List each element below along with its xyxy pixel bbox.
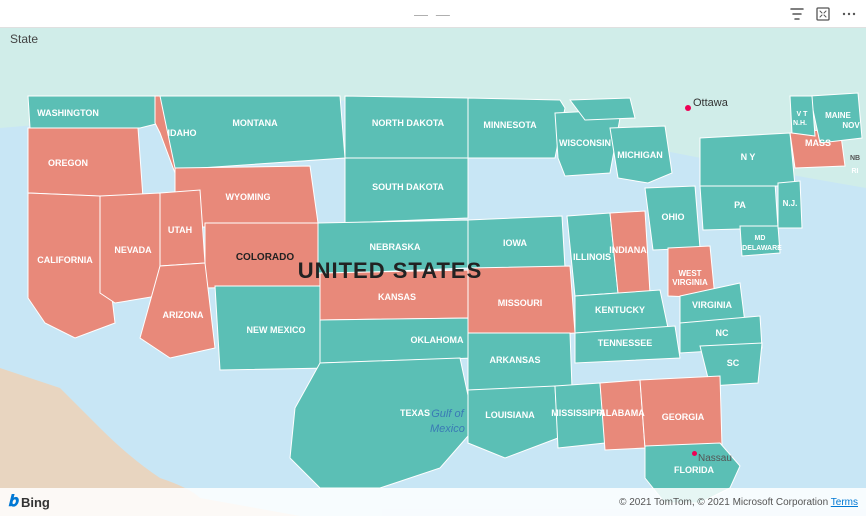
svg-text:MONTANA: MONTANA <box>232 118 278 128</box>
svg-text:FLORIDA: FLORIDA <box>674 465 714 475</box>
svg-text:LOUISIANA: LOUISIANA <box>485 410 535 420</box>
svg-text:NEBRASKA: NEBRASKA <box>369 242 421 252</box>
svg-text:MINNESOTA: MINNESOTA <box>483 120 537 130</box>
svg-text:WISCONSIN: WISCONSIN <box>559 138 611 148</box>
svg-text:SC: SC <box>727 358 740 368</box>
filter-icon[interactable] <box>788 5 806 23</box>
svg-text:RI: RI <box>852 168 859 175</box>
svg-text:TENNESSEE: TENNESSEE <box>598 338 653 348</box>
svg-text:MASS: MASS <box>805 138 831 148</box>
state-field-label: State <box>10 32 38 46</box>
svg-text:SOUTH DAKOTA: SOUTH DAKOTA <box>372 182 444 192</box>
svg-text:WASHINGTON: WASHINGTON <box>37 108 99 118</box>
svg-text:V T: V T <box>797 111 809 118</box>
toolbar: — — <box>0 0 866 28</box>
svg-text:VIRGINIA: VIRGINIA <box>672 278 708 287</box>
bing-logo: 𝐛 Bing <box>8 493 50 511</box>
copyright-text: © 2021 TomTom, © 2021 Microsoft Corporat… <box>619 497 858 508</box>
bing-text: Bing <box>21 495 50 510</box>
svg-text:NC: NC <box>716 328 729 338</box>
svg-text:PA: PA <box>734 200 746 210</box>
svg-text:N.H.: N.H. <box>793 120 807 127</box>
toolbar-icons <box>788 5 858 23</box>
svg-text:ARKANSAS: ARKANSAS <box>489 355 540 365</box>
svg-text:UTAH: UTAH <box>168 225 192 235</box>
svg-text:DELAWARE: DELAWARE <box>742 245 782 252</box>
nassau-label: Nassau <box>698 453 732 464</box>
svg-text:MISSISSIPPI: MISSISSIPPI <box>551 408 605 418</box>
copyright-label: © 2021 TomTom, © 2021 Microsoft Corporat… <box>619 497 828 508</box>
svg-text:TEXAS: TEXAS <box>400 408 430 418</box>
terms-link[interactable]: Terms <box>831 497 858 508</box>
ottawa-label: Ottawa <box>693 97 728 109</box>
svg-text:OKLAHOMA: OKLAHOMA <box>411 335 464 345</box>
svg-text:NOV: NOV <box>842 121 860 130</box>
drag-handle[interactable]: — — <box>414 6 452 22</box>
svg-text:NORTH DAKOTA: NORTH DAKOTA <box>372 118 445 128</box>
svg-text:VIRGINIA: VIRGINIA <box>692 300 733 310</box>
svg-text:WEST: WEST <box>678 269 701 278</box>
svg-text:UNITED STATES: UNITED STATES <box>298 258 483 283</box>
svg-text:N.J.: N.J. <box>783 199 798 208</box>
svg-text:INDIANA: INDIANA <box>609 245 647 255</box>
svg-text:KENTUCKY: KENTUCKY <box>595 305 645 315</box>
svg-text:COLORADO: COLORADO <box>236 252 295 263</box>
map-container: — — State <box>0 0 866 516</box>
svg-text:GEORGIA: GEORGIA <box>662 412 705 422</box>
svg-text:MAINE: MAINE <box>825 111 851 120</box>
svg-text:NB: NB <box>850 155 860 162</box>
svg-text:MD: MD <box>755 235 766 242</box>
gulf-label: Gulf ofMexico <box>430 407 465 436</box>
bottom-bar: 𝐛 Bing © 2021 TomTom, © 2021 Microsoft C… <box>0 488 866 516</box>
ottawa-dot <box>685 105 691 111</box>
svg-text:ALABAMA: ALABAMA <box>599 408 645 418</box>
map-svg-container: WASHINGTON OREGON CALIFORNIA NEVADA IDAH… <box>0 28 866 516</box>
svg-text:NEW MEXICO: NEW MEXICO <box>246 325 305 335</box>
svg-text:NEVADA: NEVADA <box>114 245 152 255</box>
nassau-dot <box>692 451 697 456</box>
svg-text:MISSOURI: MISSOURI <box>498 298 543 308</box>
svg-text:OREGON: OREGON <box>48 158 88 168</box>
svg-text:WYOMING: WYOMING <box>226 192 271 202</box>
more-icon[interactable] <box>840 5 858 23</box>
svg-text:ARIZONA: ARIZONA <box>163 310 204 320</box>
svg-text:KANSAS: KANSAS <box>378 292 416 302</box>
expand-icon[interactable] <box>814 5 832 23</box>
svg-text:IDAHO: IDAHO <box>168 128 197 138</box>
svg-text:IOWA: IOWA <box>503 238 527 248</box>
svg-text:OHIO: OHIO <box>661 212 684 222</box>
svg-text:CALIFORNIA: CALIFORNIA <box>37 255 93 265</box>
svg-text:ILLINOIS: ILLINOIS <box>573 252 611 262</box>
bing-b-icon: 𝐛 <box>8 493 18 511</box>
svg-text:N Y: N Y <box>741 152 756 162</box>
svg-text:MICHIGAN: MICHIGAN <box>617 150 663 160</box>
